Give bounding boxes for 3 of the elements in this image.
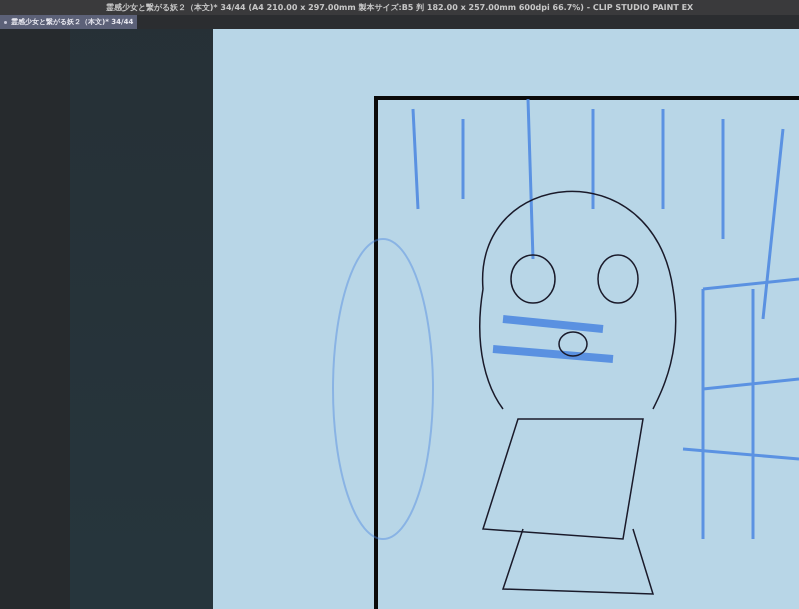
window-title: 霊感少女と繋がる妖２（本文)* 34/44 (A4 210.00 x 297.00mm 製本サイズ:B5 判 182.00 x 257.00mm 600dpi 66.7%) - CLIP STUDIO PAINT EX [106,2,694,13]
canvas[interactable] [213,29,799,609]
dot-icon [4,20,7,24]
